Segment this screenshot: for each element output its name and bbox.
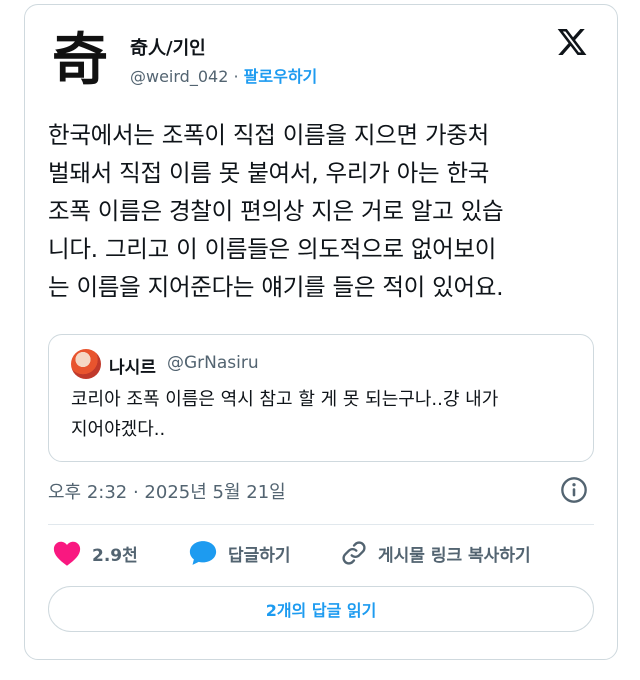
quoted-author-handle: @GrNasiru [167, 353, 259, 373]
link-icon [342, 541, 366, 565]
speech-bubble-icon [189, 541, 217, 565]
quoted-tweet[interactable]: 나시르 @GrNasiru 코리아 조폭 이름은 역시 참고 할 게 못 되는구… [48, 334, 594, 462]
x-logo-icon[interactable] [556, 26, 588, 58]
author-handle-row: @weird_042 · 팔로우하기 [130, 63, 317, 87]
author-handle[interactable]: @weird_042 [130, 67, 228, 86]
divider [48, 524, 594, 525]
info-icon[interactable] [560, 476, 588, 504]
reply-button[interactable]: 답글하기 [188, 538, 291, 568]
reply-label: 답글하기 [228, 545, 291, 566]
tweet-timestamp[interactable]: 오후 2:32 · 2025년 5월 21일 [48, 478, 286, 504]
tweet-text: 한국에서는 조폭이 직접 이름을 지으면 가중처 벌돼서 직접 이름 못 붙여서… [48, 121, 504, 301]
read-replies-button[interactable]: 2개의 답글 읽기 [48, 586, 594, 632]
heart-icon [53, 541, 81, 566]
author-avatar[interactable]: 奇 [46, 22, 112, 93]
author-display-name[interactable]: 奇人/기인 [130, 34, 206, 60]
like-button[interactable]: 2.9천 [52, 538, 138, 568]
like-count: 2.9천 [92, 545, 138, 566]
quoted-author-avatar[interactable] [71, 349, 101, 379]
copy-link-label: 게시물 링크 복사하기 [378, 545, 531, 566]
handle-separator: · [233, 67, 239, 86]
follow-button[interactable]: 팔로우하기 [244, 67, 318, 86]
quoted-author-name: 나시르 [109, 358, 156, 378]
copy-link-button[interactable]: 게시물 링크 복사하기 [340, 538, 531, 568]
quoted-tweet-text: 코리아 조폭 이름은 역시 참고 할 게 못 되는구나..걍 내가 지어야겠다.… [71, 389, 499, 440]
